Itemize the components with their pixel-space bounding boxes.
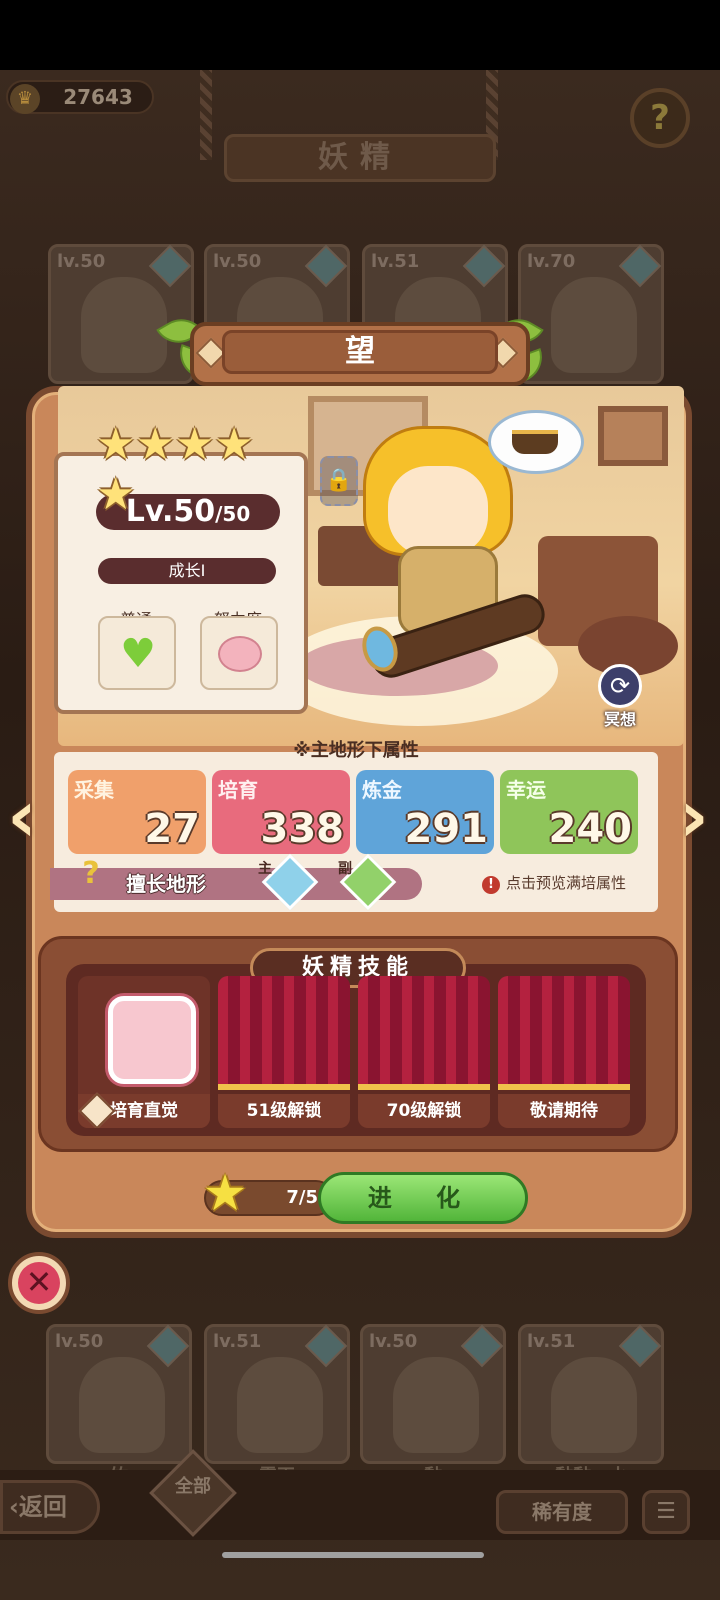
- star-icon: ★: [174, 419, 215, 470]
- star-icon: ★: [214, 419, 254, 470]
- alert-icon: !: [482, 876, 500, 894]
- rope-left: [200, 70, 212, 160]
- lock-icon[interactable]: 🔒: [320, 456, 358, 506]
- rarity-sort-button[interactable]: 稀有度: [496, 1490, 628, 1534]
- star-icon: ★: [96, 419, 136, 470]
- fairy-card[interactable]: lv.50: [48, 244, 194, 384]
- attributes-panel[interactable]: ※主地形下属性 采集 27 培育 338 炼金 291 幸运 240 擅长地形 ? 主 …: [50, 740, 658, 912]
- skill-slot[interactable]: 培育直觉: [78, 976, 210, 1128]
- skill-label: 敬请期待: [498, 1094, 630, 1128]
- swap-icon: ⟳: [598, 664, 642, 708]
- trait-effort[interactable]: [200, 616, 278, 690]
- curtain: [218, 976, 350, 1090]
- coin-icon: ♛: [10, 84, 40, 114]
- star-rating: ★★★★★: [96, 419, 276, 520]
- fairy-character-face: [388, 466, 488, 556]
- attributes-header: ※主地形下属性: [293, 740, 419, 761]
- curtain: [498, 976, 630, 1090]
- star-icon: ★: [96, 469, 136, 520]
- growth-badge: 成长I: [98, 558, 276, 584]
- fairy-name: 望: [222, 330, 498, 374]
- skill-slot-locked[interactable]: 敬请期待: [498, 976, 630, 1128]
- fairy-card[interactable]: lv.50: [46, 1324, 192, 1464]
- stat-nurture: 培育 338: [212, 770, 350, 854]
- home-indicator[interactable]: [222, 1552, 484, 1558]
- preview-hint[interactable]: ! 点击预览满培属性: [482, 870, 658, 896]
- skill-label: 70级解锁: [358, 1094, 490, 1128]
- help-button[interactable]: ?: [630, 88, 690, 148]
- skill-slot-locked[interactable]: 70级解锁: [358, 976, 490, 1128]
- curtain: [358, 976, 490, 1090]
- skill-slot-locked[interactable]: 51级解锁: [218, 976, 350, 1128]
- star-icon: ★: [202, 1164, 248, 1222]
- pink-blob-icon: [218, 636, 262, 672]
- meditate-button[interactable]: ⟳ 冥想: [590, 664, 650, 729]
- evolve-button[interactable]: 进 化: [318, 1172, 528, 1224]
- teacup-icon: [512, 430, 558, 454]
- meditate-label: 冥想: [603, 710, 636, 729]
- picture-frame: [598, 406, 668, 466]
- fairy-card[interactable]: lv.50: [360, 1324, 506, 1464]
- fairy-info-card: Lv.50/50 成长I 普通 努力度 ♥: [54, 452, 308, 714]
- page-title: 妖精: [224, 134, 496, 182]
- heart-icon: ♥: [120, 631, 156, 677]
- star-icon: ★: [135, 419, 175, 470]
- filter-all-label: 全部: [175, 1476, 211, 1497]
- close-button[interactable]: ✕: [8, 1252, 70, 1314]
- trait-normal[interactable]: ♥: [98, 616, 176, 690]
- fairy-card[interactable]: lv.51: [204, 1324, 350, 1464]
- question-sprout-icon[interactable]: ?: [68, 852, 114, 898]
- terrain-main-tag: 主: [258, 861, 272, 877]
- watering-can-icon: [108, 996, 196, 1084]
- stat-gather: 采集 27: [68, 770, 206, 854]
- coin-value: 27643: [63, 85, 133, 109]
- terrain-label: 擅长地形: [126, 872, 206, 896]
- sort-order-icon[interactable]: ☰: [642, 1490, 690, 1534]
- stat-alchemy: 炼金 291: [356, 770, 494, 854]
- fairy-card[interactable]: lv.51: [518, 1324, 664, 1464]
- back-button[interactable]: ‹返回: [0, 1480, 100, 1534]
- close-icon: ✕: [18, 1262, 60, 1304]
- prev-fairy-arrow[interactable]: ‹: [0, 776, 44, 856]
- terrain-sub-tag: 副: [338, 861, 352, 877]
- coin-counter: ♛ 27643: [6, 80, 154, 114]
- skill-label: 51级解锁: [218, 1094, 350, 1128]
- next-fairy-arrow[interactable]: ›: [672, 776, 716, 856]
- stat-luck: 幸运 240: [500, 770, 638, 854]
